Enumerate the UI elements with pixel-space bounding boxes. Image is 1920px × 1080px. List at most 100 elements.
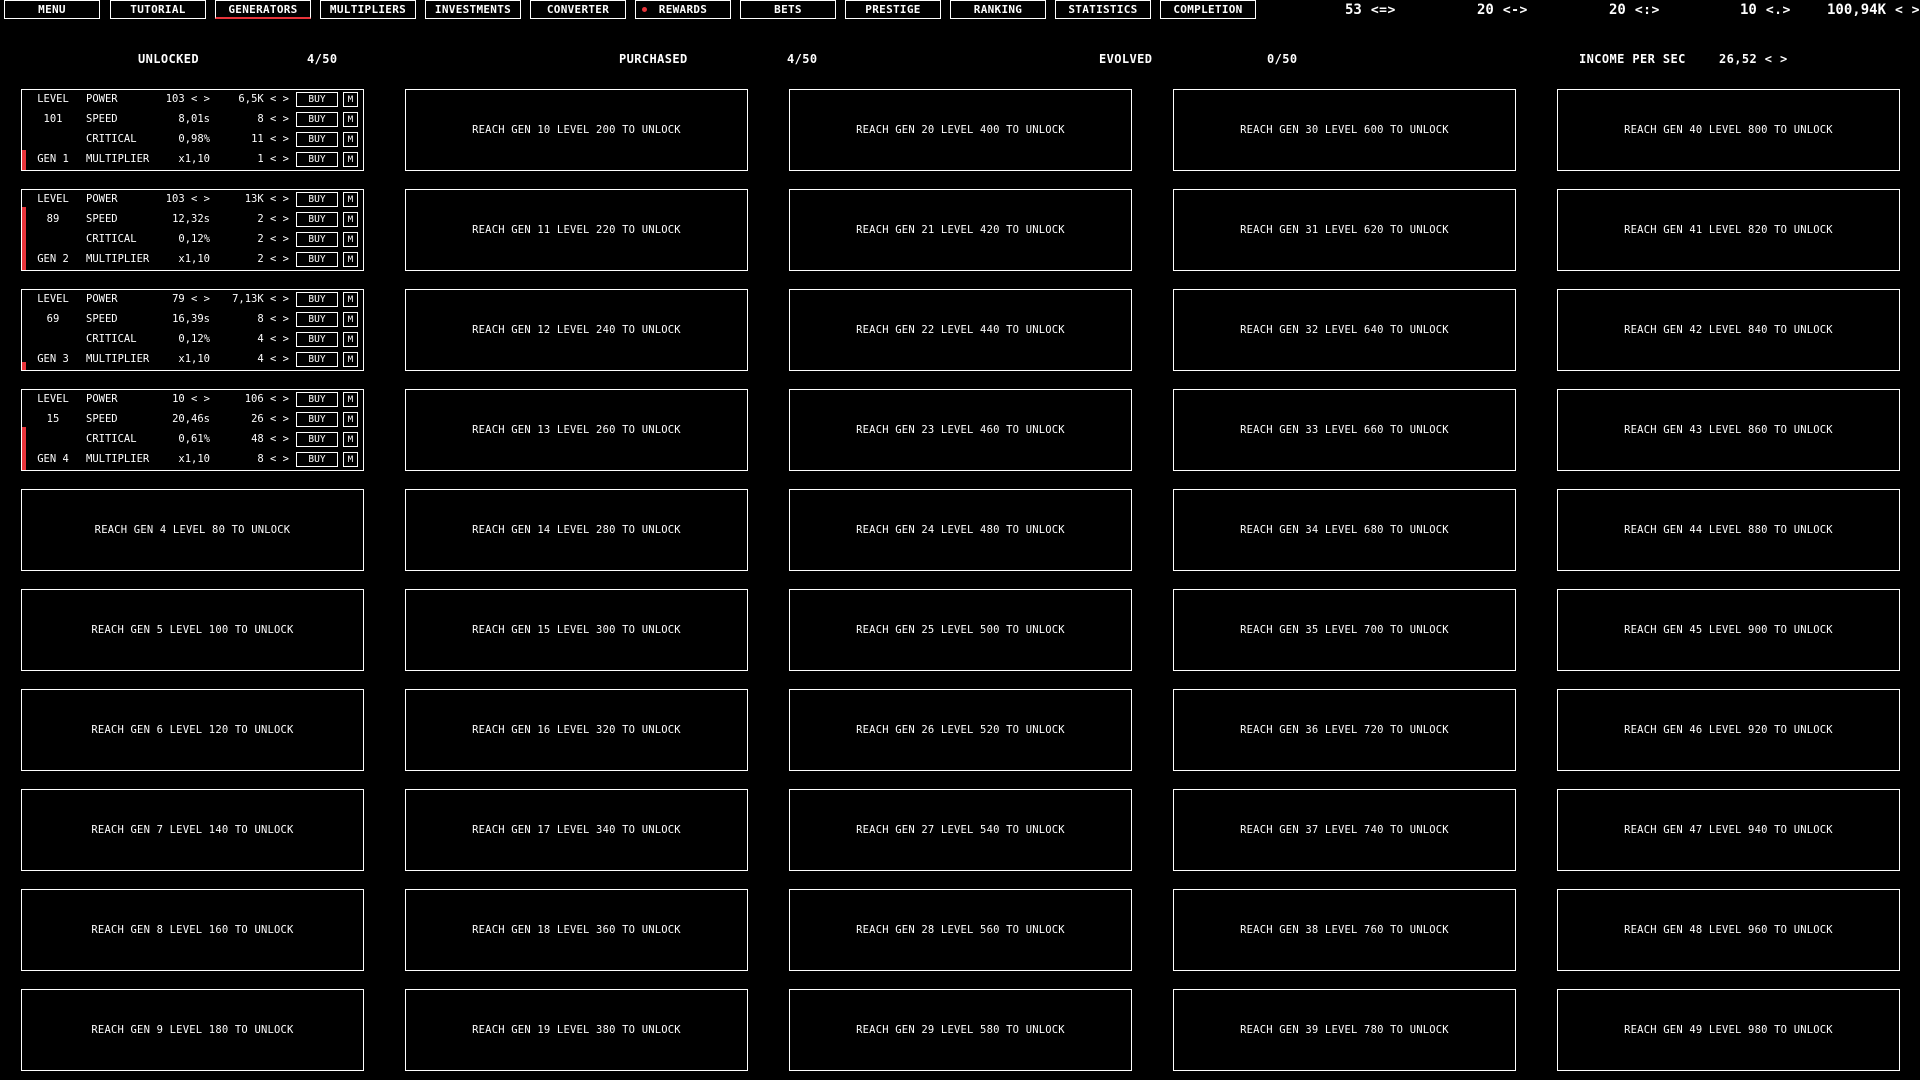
locked-generator-card: REACH GEN 44 LEVEL 880 TO UNLOCK bbox=[1557, 489, 1900, 571]
tab-completion[interactable]: COMPLETION bbox=[1160, 0, 1256, 19]
multiplier-value: x1,10 bbox=[178, 353, 210, 365]
tab-bets[interactable]: BETS bbox=[740, 0, 836, 19]
unlock-requirement: REACH GEN 13 LEVEL 260 TO UNLOCK bbox=[472, 424, 681, 436]
power-cost: 6,5K < > bbox=[238, 93, 289, 105]
max-speed-button[interactable]: M bbox=[343, 212, 358, 227]
tab-rewards[interactable]: REWARDS bbox=[635, 0, 731, 19]
critical-cost: 48 < > bbox=[251, 433, 289, 445]
buy-critical-button[interactable]: BUY bbox=[296, 232, 338, 247]
currency-value: 20 bbox=[1477, 2, 1494, 18]
unlock-requirement: REACH GEN 4 LEVEL 80 TO UNLOCK bbox=[94, 524, 291, 536]
tab-menu[interactable]: MENU bbox=[4, 0, 100, 19]
locked-generator-card: REACH GEN 41 LEVEL 820 TO UNLOCK bbox=[1557, 189, 1900, 271]
locked-generator-card: REACH GEN 37 LEVEL 740 TO UNLOCK bbox=[1173, 789, 1516, 871]
currency-symbol: <:> bbox=[1634, 2, 1660, 18]
buy-multiplier-button[interactable]: BUY bbox=[296, 352, 338, 367]
max-multiplier-button[interactable]: M bbox=[343, 452, 358, 467]
tab-converter[interactable]: CONVERTER bbox=[530, 0, 626, 19]
unlock-requirement: REACH GEN 14 LEVEL 280 TO UNLOCK bbox=[472, 524, 681, 536]
tab-multipliers[interactable]: MULTIPLIERS bbox=[320, 0, 416, 19]
max-power-button[interactable]: M bbox=[343, 92, 358, 107]
purchased-label: PURCHASED bbox=[619, 52, 688, 66]
tab-generators[interactable]: GENERATORS bbox=[215, 0, 311, 19]
unlock-requirement: REACH GEN 10 LEVEL 200 TO UNLOCK bbox=[472, 124, 681, 136]
locked-generator-card: REACH GEN 20 LEVEL 400 TO UNLOCK bbox=[789, 89, 1132, 171]
max-multiplier-button[interactable]: M bbox=[343, 152, 358, 167]
level-label: LEVEL bbox=[37, 393, 69, 405]
stat-row-critical: CRITICAL 0,61% 48 < > BUY M bbox=[22, 430, 363, 448]
unlocked-count: 4/50 bbox=[307, 52, 338, 66]
level-progress-bar bbox=[22, 207, 26, 270]
currency-symbol: <=> bbox=[1370, 2, 1396, 18]
unlock-requirement: REACH GEN 16 LEVEL 320 TO UNLOCK bbox=[472, 724, 681, 736]
unlock-requirement: REACH GEN 29 LEVEL 580 TO UNLOCK bbox=[856, 1024, 1065, 1036]
stat-row-speed: 69 SPEED 16,39s 8 < > BUY M bbox=[22, 310, 363, 328]
buy-speed-button[interactable]: BUY bbox=[296, 312, 338, 327]
max-speed-button[interactable]: M bbox=[343, 412, 358, 427]
unlock-requirement: REACH GEN 40 LEVEL 800 TO UNLOCK bbox=[1624, 124, 1833, 136]
locked-generator-card: REACH GEN 9 LEVEL 180 TO UNLOCK bbox=[21, 989, 364, 1071]
buy-power-button[interactable]: BUY bbox=[296, 92, 338, 107]
buy-speed-button[interactable]: BUY bbox=[296, 412, 338, 427]
tab-prestige[interactable]: PRESTIGE bbox=[845, 0, 941, 19]
buy-multiplier-button[interactable]: BUY bbox=[296, 152, 338, 167]
critical-value: 0,61% bbox=[178, 433, 210, 445]
power-label: POWER bbox=[86, 393, 118, 405]
max-speed-button[interactable]: M bbox=[343, 312, 358, 327]
speed-cost: 8 < > bbox=[257, 313, 289, 325]
multiplier-cost: 1 < > bbox=[257, 153, 289, 165]
evolved-count: 0/50 bbox=[1267, 52, 1298, 66]
max-power-button[interactable]: M bbox=[343, 392, 358, 407]
level-label: LEVEL bbox=[37, 293, 69, 305]
generator-card: LEVEL POWER 103 < > 6,5K < > BUY M 101 SPEED 8,0… bbox=[21, 89, 364, 171]
speed-label: SPEED bbox=[86, 313, 118, 325]
multiplier-cost: 8 < > bbox=[257, 453, 289, 465]
locked-generator-card: REACH GEN 26 LEVEL 520 TO UNLOCK bbox=[789, 689, 1132, 771]
max-critical-button[interactable]: M bbox=[343, 132, 358, 147]
buy-critical-button[interactable]: BUY bbox=[296, 132, 338, 147]
buy-multiplier-button[interactable]: BUY bbox=[296, 252, 338, 267]
locked-generator-card: REACH GEN 32 LEVEL 640 TO UNLOCK bbox=[1173, 289, 1516, 371]
locked-generator-card: REACH GEN 38 LEVEL 760 TO UNLOCK bbox=[1173, 889, 1516, 971]
unlock-requirement: REACH GEN 18 LEVEL 360 TO UNLOCK bbox=[472, 924, 681, 936]
stat-row-critical: CRITICAL 0,98% 11 < > BUY M bbox=[22, 130, 363, 148]
tab-statistics[interactable]: STATISTICS bbox=[1055, 0, 1151, 19]
max-critical-button[interactable]: M bbox=[343, 432, 358, 447]
max-power-button[interactable]: M bbox=[343, 292, 358, 307]
max-critical-button[interactable]: M bbox=[343, 332, 358, 347]
max-multiplier-button[interactable]: M bbox=[343, 252, 358, 267]
unlock-requirement: REACH GEN 11 LEVEL 220 TO UNLOCK bbox=[472, 224, 681, 236]
unlock-requirement: REACH GEN 5 LEVEL 100 TO UNLOCK bbox=[91, 624, 294, 636]
tab-tutorial[interactable]: TUTORIAL bbox=[110, 0, 206, 19]
unlock-requirement: REACH GEN 8 LEVEL 160 TO UNLOCK bbox=[91, 924, 294, 936]
speed-value: 8,01s bbox=[178, 113, 210, 125]
tab-ranking[interactable]: RANKING bbox=[950, 0, 1046, 19]
generator-level: 89 bbox=[46, 213, 60, 225]
buy-power-button[interactable]: BUY bbox=[296, 192, 338, 207]
buy-critical-button[interactable]: BUY bbox=[296, 432, 338, 447]
locked-generator-card: REACH GEN 4 LEVEL 80 TO UNLOCK bbox=[21, 489, 364, 571]
max-critical-button[interactable]: M bbox=[343, 232, 358, 247]
notification-dot bbox=[642, 7, 647, 12]
buy-speed-button[interactable]: BUY bbox=[296, 112, 338, 127]
speed-value: 16,39s bbox=[172, 313, 210, 325]
buy-speed-button[interactable]: BUY bbox=[296, 212, 338, 227]
locked-generator-card: REACH GEN 33 LEVEL 660 TO UNLOCK bbox=[1173, 389, 1516, 471]
locked-generator-card: REACH GEN 25 LEVEL 500 TO UNLOCK bbox=[789, 589, 1132, 671]
locked-generator-card: REACH GEN 45 LEVEL 900 TO UNLOCK bbox=[1557, 589, 1900, 671]
stat-row-multiplier: GEN 1 MULTIPLIER x1,10 1 < > BUY M bbox=[22, 150, 363, 168]
locked-generator-card: REACH GEN 8 LEVEL 160 TO UNLOCK bbox=[21, 889, 364, 971]
unlock-requirement: REACH GEN 35 LEVEL 700 TO UNLOCK bbox=[1240, 624, 1449, 636]
buy-power-button[interactable]: BUY bbox=[296, 392, 338, 407]
power-label: POWER bbox=[86, 193, 118, 205]
max-power-button[interactable]: M bbox=[343, 192, 358, 207]
max-speed-button[interactable]: M bbox=[343, 112, 358, 127]
locked-generator-card: REACH GEN 40 LEVEL 800 TO UNLOCK bbox=[1557, 89, 1900, 171]
currency-3: 20 <:> bbox=[1609, 1, 1660, 19]
buy-critical-button[interactable]: BUY bbox=[296, 332, 338, 347]
max-multiplier-button[interactable]: M bbox=[343, 352, 358, 367]
tab-investments[interactable]: INVESTMENTS bbox=[425, 0, 521, 19]
buy-multiplier-button[interactable]: BUY bbox=[296, 452, 338, 467]
stat-row-power: LEVEL POWER 10 < > 106 < > BUY M bbox=[22, 390, 363, 408]
buy-power-button[interactable]: BUY bbox=[296, 292, 338, 307]
